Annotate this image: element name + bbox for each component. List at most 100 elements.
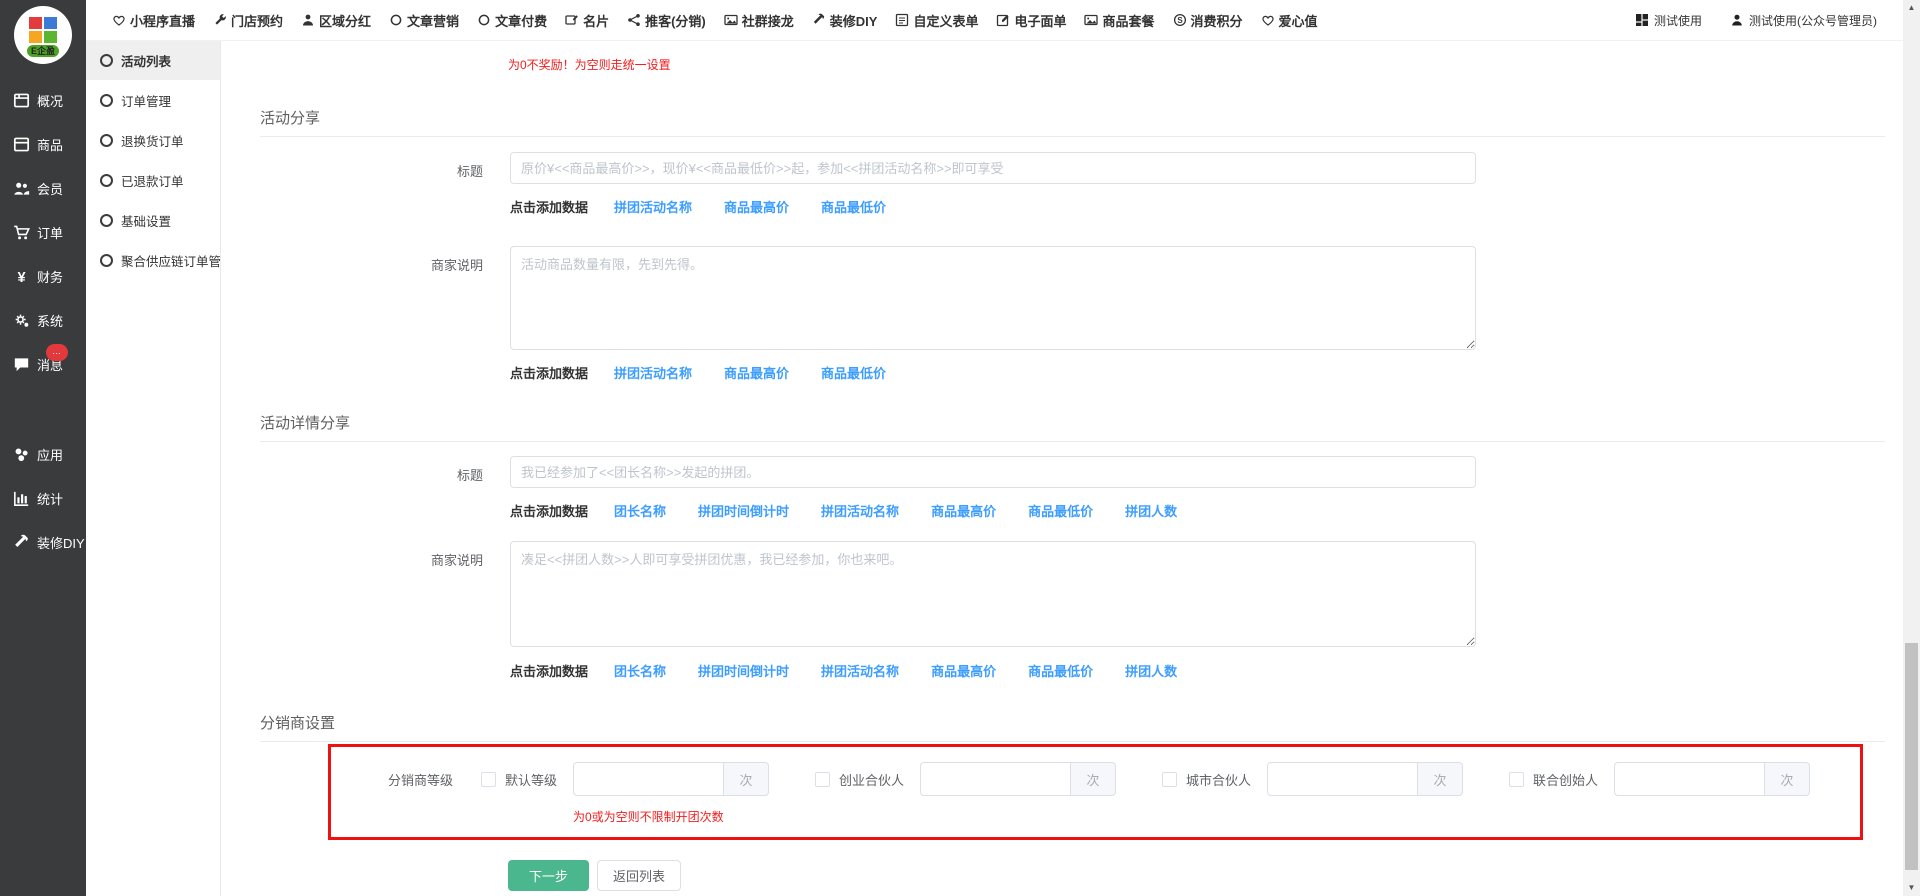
insert-link-leader-name[interactable]: 团长名称 [614,501,666,520]
nav-item-label: 文章营销 [407,11,459,30]
insert-link-leader-name[interactable]: 团长名称 [614,661,666,680]
workspace-switcher[interactable]: 测试使用 [1621,12,1716,29]
next-step-button[interactable]: 下一步 [508,860,589,891]
nav-item-decorate-diy[interactable]: 装修DIY [803,11,887,30]
insert-link-group-size[interactable]: 拼团人数 [1125,661,1177,680]
sub-item-label: 活动列表 [121,51,171,70]
sidebar-item-goods[interactable]: 商品 [0,122,86,166]
form-actions: 下一步 返回列表 [508,860,1903,891]
sidebar-item-members[interactable]: 会员 [0,166,86,210]
city-partner-times-input[interactable] [1267,762,1418,796]
insert-link-min-price[interactable]: 商品最低价 [821,197,886,216]
sub-item-activity-list[interactable]: 活动列表 [86,40,220,80]
bar-chart-icon [13,490,30,507]
scroll-down-arrow-icon[interactable]: ▼ [1903,880,1920,896]
sidebar-item-overview[interactable]: 概况 [0,78,86,122]
co-founder-times-input[interactable] [1614,762,1765,796]
sub-item-return-orders[interactable]: 退换货订单 [86,120,220,160]
top-warning-text: 为0不奖励！为空则走统一设置 [508,56,1903,73]
distributor-highlight-box: 分销商等级 默认等级 次 创业合伙人 次 [328,744,1863,840]
nav-item-group-chain[interactable]: 社群接龙 [715,11,803,30]
insert-link-group-activity-name[interactable]: 拼团活动名称 [614,197,692,216]
times-unit-addon: 次 [1418,762,1463,796]
nav-item-store-booking[interactable]: 门店预约 [204,11,292,30]
form-row-detail-title: 标题 [220,456,1903,488]
nav-item-label: 爱心值 [1279,11,1318,30]
insert-link-max-price[interactable]: 商品最高价 [931,501,996,520]
sub-item-order-management[interactable]: 订单管理 [86,80,220,120]
sidebar-item-messages[interactable]: 消息… [0,342,86,386]
startup-partner-times-input[interactable] [920,762,1071,796]
nav-item-business-card[interactable]: 名片 [556,11,618,30]
checkbox-default-level[interactable] [481,772,496,787]
insert-link-countdown[interactable]: 拼团时间倒计时 [698,501,789,520]
main-content: 为0不奖励！为空则走统一设置 活动分享 标题 点击添加数据 拼团活动名称 商品最… [220,40,1903,896]
form-row-detail-desc: 商家说明 [220,541,1903,647]
checkbox-city-partner[interactable] [1162,772,1177,787]
nav-item-label: 名片 [583,11,609,30]
nav-item-referrer-distribution[interactable]: 推客(分销) [618,11,715,30]
back-to-list-button[interactable]: 返回列表 [597,860,681,891]
nav-item-label: 装修DIY [830,11,878,30]
nav-item-article-pay[interactable]: 文章付费 [468,11,556,30]
sidebar-item-orders[interactable]: 订单 [0,210,86,254]
insert-link-group-size[interactable]: 拼团人数 [1125,501,1177,520]
nav-item-product-package[interactable]: 商品套餐 [1075,11,1163,30]
insert-link-min-price[interactable]: 商品最低价 [821,363,886,382]
scroll-up-arrow-icon[interactable]: ▲ [1903,0,1920,16]
vertical-scrollbar[interactable]: ▲ ▼ [1903,0,1920,896]
members-icon [13,180,30,197]
add-data-label: 点击添加数据 [510,197,588,216]
sidebar-item-label: 统计 [37,489,63,508]
nav-item-love-value[interactable]: 爱心值 [1252,11,1327,30]
insert-link-group-activity-name[interactable]: 拼团活动名称 [821,661,899,680]
gear-icon [13,312,30,329]
distributor-level-row: 分销商等级 默认等级 次 创业合伙人 次 [331,762,1860,796]
add-data-label: 点击添加数据 [510,363,588,382]
nav-item-region-dividend[interactable]: 区域分红 [292,11,380,30]
nav-item-mini-program-live[interactable]: 小程序直播 [103,11,204,30]
radio-circle-icon [100,254,113,267]
insert-link-max-price[interactable]: 商品最高价 [724,197,789,216]
account-label: 测试使用(公众号管理员) [1749,12,1877,29]
sub-item-basic-settings[interactable]: 基础设置 [86,200,220,240]
sub-item-supply-chain-orders[interactable]: 聚合供应链订单管理 [86,240,220,280]
sub-item-refunded-orders[interactable]: 已退款订单 [86,160,220,200]
share-desc-textarea[interactable] [510,246,1476,350]
sidebar-item-decorate-diy[interactable]: 装修DIY [0,520,86,564]
checkbox-startup-partner[interactable] [815,772,830,787]
share-icon [627,13,641,27]
account-menu[interactable]: 测试使用(公众号管理员) [1716,12,1891,29]
nav-item-e-waybill[interactable]: 电子面单 [987,11,1075,30]
scrollbar-thumb[interactable] [1905,643,1918,870]
field-label: 商家说明 [220,541,510,569]
image-icon [1084,13,1098,27]
insert-link-countdown[interactable]: 拼团时间倒计时 [698,661,789,680]
insert-link-min-price[interactable]: 商品最低价 [1028,661,1093,680]
cart-icon [13,224,30,241]
sidebar-item-statistics[interactable]: 统计 [0,476,86,520]
nav-item-consume-points[interactable]: 消费积分 [1164,11,1252,30]
sidebar-item-apps[interactable]: 应用 [0,432,86,476]
insert-link-group-activity-name[interactable]: 拼团活动名称 [821,501,899,520]
detail-title-input[interactable] [510,456,1476,488]
share-title-input[interactable] [510,152,1476,184]
default-level-times-input[interactable] [573,762,724,796]
nav-item-article-marketing[interactable]: 文章营销 [380,11,468,30]
nav-item-label: 自定义表单 [913,11,978,30]
app-logo[interactable]: E企盈 [14,6,72,64]
checkbox-co-founder[interactable] [1509,772,1524,787]
apps-icon [13,446,30,463]
sidebar-item-system[interactable]: 系统 [0,298,86,342]
section-title-distributor-settings: 分销商设置 [260,712,1885,742]
insert-link-min-price[interactable]: 商品最低价 [1028,501,1093,520]
detail-desc-textarea[interactable] [510,541,1476,647]
sidebar-item-finance[interactable]: 财务 [0,254,86,298]
nav-item-custom-form[interactable]: 自定义表单 [886,11,987,30]
insert-link-group-activity-name[interactable]: 拼团活动名称 [614,363,692,382]
grid-icon [1635,13,1649,27]
sidebar-item-label: 订单 [37,223,63,242]
sub-item-label: 基础设置 [121,211,171,230]
insert-link-max-price[interactable]: 商品最高价 [724,363,789,382]
insert-link-max-price[interactable]: 商品最高价 [931,661,996,680]
